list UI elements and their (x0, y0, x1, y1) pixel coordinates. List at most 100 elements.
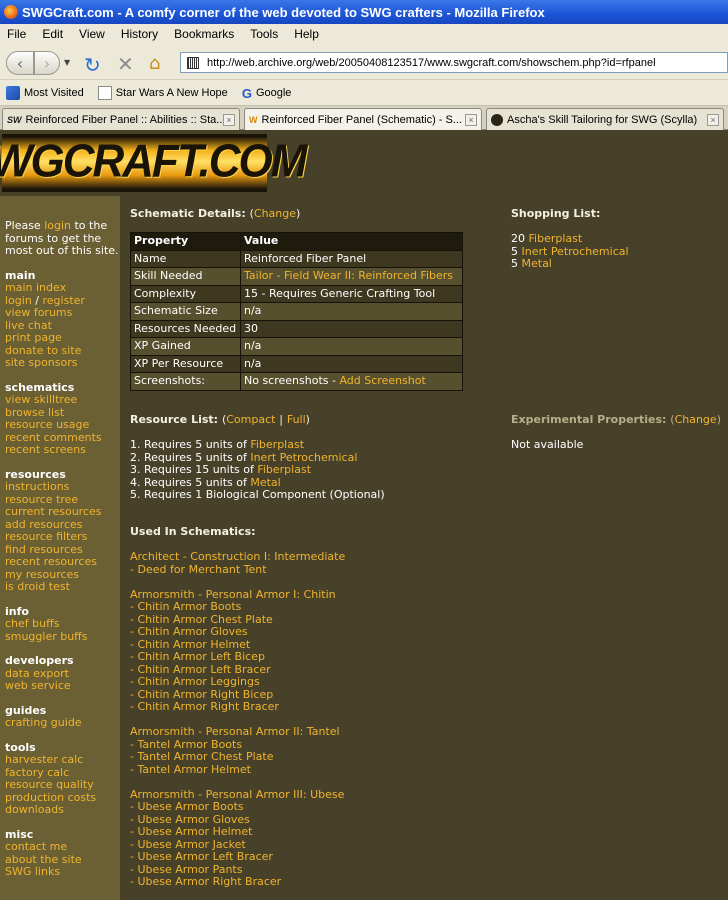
sidebar-link-site-sponsors[interactable]: site sponsors (5, 356, 78, 369)
sidebar-link-resource-quality[interactable]: resource quality (5, 778, 94, 791)
value-link[interactable]: Tailor - Field Wear II: Reinforced Fiber… (244, 269, 453, 282)
sidebar-link-recent-comments[interactable]: recent comments (5, 431, 102, 444)
col-property: Property (130, 232, 241, 251)
sidebar-link-login[interactable]: login (5, 294, 32, 307)
schematic-link[interactable]: - Chitin Armor Right Bracer (130, 700, 345, 714)
schematic-link[interactable]: - Chitin Armor Leggings (130, 675, 345, 689)
tab-skill-tailoring[interactable]: Ascha's Skill Tailoring for SWG (Scylla)… (486, 108, 724, 130)
sidebar-link-resource-tree[interactable]: resource tree (5, 493, 78, 506)
schematic-link[interactable]: - Tantel Armor Chest Plate (130, 750, 345, 764)
sidebar-link-resource-filters[interactable]: resource filters (5, 530, 87, 543)
schematic-link[interactable]: - Chitin Armor Gloves (130, 625, 345, 639)
sidebar-link-live-chat[interactable]: live chat (5, 319, 52, 332)
schematic-link[interactable]: - Chitin Armor Left Bicep (130, 650, 345, 664)
schematic-link[interactable]: - Ubese Armor Right Bracer (130, 875, 345, 889)
sidebar-link-harvester-calc[interactable]: harvester calc (5, 753, 83, 766)
sidebar-link-current-resources[interactable]: current resources (5, 505, 102, 518)
sidebar-link-is-droid-test[interactable]: is droid test (5, 580, 70, 593)
schematic-link[interactable]: - Tantel Armor Helmet (130, 763, 345, 777)
tab-close-icon[interactable]: × (465, 113, 477, 126)
bookmark-most-visited[interactable]: Most Visited (6, 85, 84, 100)
resource-link[interactable]: Metal (250, 476, 280, 489)
forward-button[interactable]: › (34, 51, 60, 75)
sidebar-link-add-resources[interactable]: add resources (5, 518, 83, 531)
home-icon[interactable]: ⌂ (149, 53, 160, 74)
used-in-heading: Used In Schematics: (130, 525, 256, 538)
schematic-properties-table: Property Value Name Reinforced Fiber Pane… (130, 232, 463, 391)
schematic-group: Armorsmith - Personal Armor II: Tantel - … (130, 725, 345, 777)
sidebar-link-downloads[interactable]: downloads (5, 803, 64, 816)
sidebar-link-print-page[interactable]: print page (5, 331, 62, 344)
sidebar-link-SWG-links[interactable]: SWG links (5, 865, 60, 878)
sidebar-item: recent screens (5, 443, 120, 457)
resource-link[interactable]: Fiberplast (257, 463, 311, 476)
sidebar-link-register[interactable]: register (43, 294, 85, 307)
full-link[interactable]: Full (287, 413, 306, 426)
resource-link[interactable]: Fiberplast (250, 438, 304, 451)
value-cell: Tailor - Field Wear II: Reinforced Fiber… (240, 267, 463, 286)
schematic-link[interactable]: - Ubese Armor Boots (130, 800, 345, 814)
schematic-link[interactable]: - Ubese Armor Helmet (130, 825, 345, 839)
value-cell: n/a (240, 337, 463, 356)
tab-abilities[interactable]: SW Reinforced Fiber Panel :: Abilities :… (2, 108, 240, 130)
sidebar-item: site sponsors (5, 356, 120, 370)
login-link[interactable]: login (44, 219, 71, 232)
value-link[interactable]: Add Screenshot (339, 374, 425, 387)
tab-schematic[interactable]: W Reinforced Fiber Panel (Schematic) - S… (244, 108, 482, 130)
schematic-group-link[interactable]: Armorsmith - Personal Armor II: Tantel (130, 725, 345, 739)
history-dropdown-icon[interactable]: ▼ (64, 58, 70, 67)
tab-close-icon[interactable]: × (707, 113, 719, 126)
sidebar-link-recent-resources[interactable]: recent resources (5, 555, 97, 568)
schematic-link[interactable]: - Ubese Armor Left Bracer (130, 850, 345, 864)
shopping-resource-link[interactable]: Metal (522, 257, 552, 270)
change-schematic-link[interactable]: Change (254, 207, 296, 220)
back-button[interactable]: ‹ (6, 51, 34, 75)
menu-view[interactable]: View (72, 27, 114, 41)
url-bar[interactable]: http://web.archive.org/web/2005040812351… (180, 52, 728, 73)
reload-icon[interactable]: ↻ (84, 53, 101, 77)
schematic-group-link[interactable]: Architect - Construction I: Intermediate (130, 550, 345, 564)
menu-bookmarks[interactable]: Bookmarks (167, 27, 243, 41)
sidebar-link-web-service[interactable]: web service (5, 679, 71, 692)
window-title: SWGCraft.com - A comfy corner of the web… (22, 4, 545, 20)
sidebar-link-about-the-site[interactable]: about the site (5, 853, 82, 866)
change-experimental-link[interactable]: Change (675, 413, 717, 426)
site-logo[interactable]: SWGCRAFT.COM (0, 134, 307, 192)
sidebar-link-view-skilltree[interactable]: view skilltree (5, 393, 77, 406)
menu-file[interactable]: File (0, 27, 35, 41)
shopping-resource-link[interactable]: Inert Petrochemical (522, 245, 629, 258)
sidebar-link-production-costs[interactable]: production costs (5, 791, 96, 804)
compact-link[interactable]: Compact (226, 413, 275, 426)
menu-history[interactable]: History (114, 27, 167, 41)
sidebar-link-donate-to-site[interactable]: donate to site (5, 344, 81, 357)
menu-tools[interactable]: Tools (243, 27, 287, 41)
sidebar-link-factory-calc[interactable]: factory calc (5, 766, 69, 779)
sidebar-link-resource-usage[interactable]: resource usage (5, 418, 89, 431)
schematic-link[interactable]: - Deed for Merchant Tent (130, 563, 345, 577)
sidebar-link-instructions[interactable]: instructions (5, 480, 69, 493)
sidebar-link-data-export[interactable]: data export (5, 667, 69, 680)
shopping-resource-link[interactable]: Fiberplast (529, 232, 583, 245)
sidebar-link-browse-list[interactable]: browse list (5, 406, 64, 419)
bookmark-google[interactable]: G Google (242, 86, 292, 101)
sidebar-link-contact-me[interactable]: contact me (5, 840, 67, 853)
sidebar-link-recent-screens[interactable]: recent screens (5, 443, 86, 456)
tab-close-icon[interactable]: × (223, 113, 235, 126)
sidebar-link-smuggler-buffs[interactable]: smuggler buffs (5, 630, 88, 643)
sidebar-link-find-resources[interactable]: find resources (5, 543, 83, 556)
sidebar-link-chef-buffs[interactable]: chef buffs (5, 617, 59, 630)
sidebar-link-view-forums[interactable]: view forums (5, 306, 72, 319)
stop-icon[interactable]: ✕ (117, 52, 134, 76)
sidebar-link-my-resources[interactable]: my resources (5, 568, 79, 581)
page-content: SWGCRAFT.COM Please login to the forums … (0, 130, 728, 900)
bookmark-star-wars[interactable]: Star Wars A New Hope (97, 85, 228, 100)
menu-edit[interactable]: Edit (35, 27, 72, 41)
resource-link[interactable]: Inert Petrochemical (250, 451, 357, 464)
bookmark-label: Star Wars A New Hope (115, 86, 228, 99)
value-cell: n/a (240, 354, 463, 373)
schematic-link[interactable]: - Chitin Armor Boots (130, 600, 345, 614)
sidebar-link-crafting-guide[interactable]: crafting guide (5, 716, 82, 729)
sidebar-link-main-index[interactable]: main index (5, 281, 66, 294)
menu-help[interactable]: Help (287, 27, 328, 41)
heading-text: Resource List: (130, 413, 219, 426)
